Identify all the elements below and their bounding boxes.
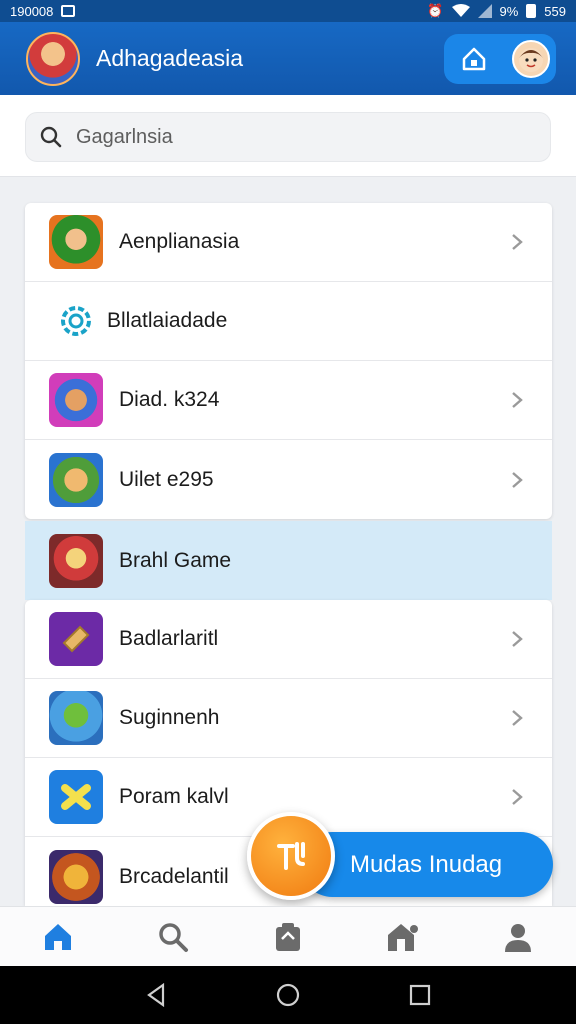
list-item-label: Diad. k324: [119, 388, 220, 411]
floating-action-pill[interactable]: Mudas Inudag: [300, 832, 553, 897]
notification-icon: [61, 5, 76, 17]
status-bar: 190008 ⏰ 9% 559: [0, 0, 576, 22]
app-avatar[interactable]: [26, 31, 80, 86]
ticket-icon: [49, 612, 103, 666]
signal-icon: [477, 4, 492, 18]
list-item[interactable]: Aenplianasia: [25, 203, 552, 282]
chevron-right-icon: [512, 392, 523, 408]
wifi-icon: [451, 4, 470, 17]
list-item-label: Suginnenh: [119, 706, 220, 729]
alarm-icon: ⏰: [427, 3, 444, 18]
list-item[interactable]: Bllatlaiadade: [25, 282, 552, 361]
recents-icon[interactable]: [409, 984, 431, 1006]
game-character-icon: [49, 373, 103, 427]
puzzle-icon: [49, 770, 103, 824]
home-icon: [44, 923, 71, 950]
battery-percent: 9%: [499, 3, 519, 19]
list-item-label: Bllatlaiadade: [107, 309, 228, 332]
home-lock-icon: [462, 47, 486, 70]
game-character-icon: [49, 215, 103, 269]
chevron-right-icon: [512, 631, 523, 647]
battery-icon: [526, 4, 537, 18]
nav-search[interactable]: [143, 912, 203, 962]
list-card-top: Aenplianasia Bllatlaiadade Diad. k324 Ui…: [25, 203, 552, 519]
game-character-icon: [49, 691, 103, 745]
system-navigation: [0, 966, 576, 1024]
nav-bag[interactable]: [258, 912, 318, 962]
list-item[interactable]: Badlarlaritl: [25, 600, 552, 679]
search-input[interactable]: [76, 125, 516, 149]
list-card-highlight: Brahl Game: [25, 521, 552, 600]
app-bar: Adhagadeasia: [0, 22, 576, 95]
app-title: Adhagadeasia: [96, 45, 244, 71]
gear-icon: [61, 306, 91, 336]
chevron-right-icon: [512, 234, 523, 250]
fab-label: Mudas Inudag: [350, 850, 503, 878]
floating-action-button[interactable]: [247, 812, 335, 900]
list-item-label: Poram kalvl: [119, 785, 229, 808]
search-bar[interactable]: [25, 112, 551, 162]
game-character-icon: [49, 849, 103, 904]
search-icon: [40, 126, 62, 148]
status-extra: 559: [544, 3, 566, 19]
face-icon: [519, 47, 543, 72]
game-character-icon: [49, 533, 103, 588]
home-circle-icon[interactable]: [276, 983, 300, 1007]
list-item-label: Uilet e295: [119, 467, 214, 491]
chevron-right-icon: [512, 789, 523, 805]
chevron-right-icon: [512, 710, 523, 726]
nav-home[interactable]: [28, 912, 88, 962]
home-lock-button[interactable]: [458, 43, 490, 75]
list-item-selected[interactable]: Brahl Game: [25, 521, 552, 600]
gear-icon-wrap: [49, 294, 103, 348]
search-icon: [159, 922, 188, 952]
nav-profile[interactable]: [488, 912, 548, 962]
search-section: [0, 95, 576, 177]
list-item-label: Badlarlaritl: [119, 627, 219, 650]
list-item-label: Brahl Game: [119, 548, 232, 572]
bag-icon: [275, 922, 300, 951]
list-item[interactable]: Uilet e295: [25, 440, 552, 519]
nav-store[interactable]: [373, 912, 433, 962]
store-icon: [388, 923, 419, 951]
list-item[interactable]: Suginnenh: [25, 679, 552, 758]
list-item[interactable]: Diad. k324: [25, 361, 552, 440]
profile-avatar-button[interactable]: [512, 39, 550, 78]
app-bar-actions: [444, 33, 556, 84]
chevron-right-icon: [512, 471, 523, 488]
status-time: 190008: [10, 3, 54, 19]
bottom-navigation: [0, 906, 576, 966]
list-item-label: Brcadelantil: [119, 864, 229, 888]
back-icon[interactable]: [145, 983, 167, 1007]
game-character-icon: [49, 452, 103, 507]
list-item-label: Aenplianasia: [119, 230, 240, 253]
person-icon: [505, 923, 532, 952]
fab-glyph-icon: [277, 842, 305, 870]
